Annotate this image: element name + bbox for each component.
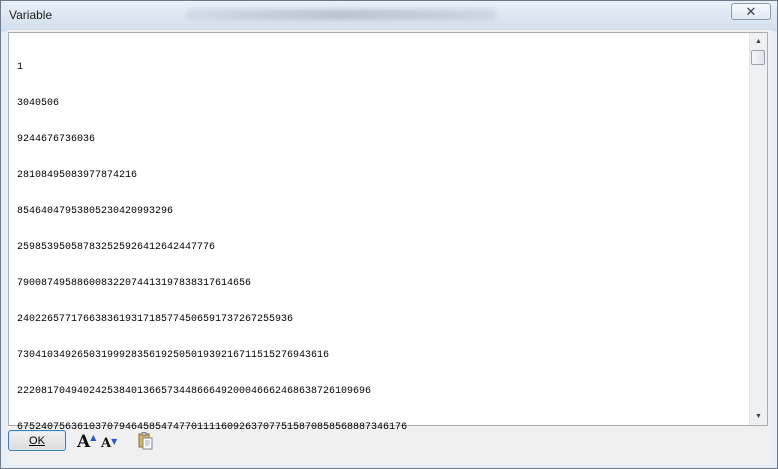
scroll-up-arrow-icon[interactable]: ▲ [750, 33, 767, 50]
down-arrow-icon: ▼ [111, 436, 118, 446]
dialog-body: 1 3040506 9244676736036 2810849508397787… [7, 30, 772, 465]
close-button[interactable]: ✕ [731, 3, 771, 20]
value-line: 1 [17, 62, 24, 73]
value-line: 7304103492650319992835619250501939216711… [17, 350, 330, 361]
font-increase-letter: A [77, 432, 91, 452]
vertical-scrollbar[interactable]: ▲ ▼ [749, 33, 767, 425]
font-decrease-letter: A [101, 436, 112, 451]
value-line: 85464047953805230420993296 [17, 206, 174, 217]
clipboard-icon[interactable] [137, 432, 153, 450]
variable-value-text: 1 3040506 9244676736036 2810849508397787… [17, 38, 407, 458]
variable-dialog: Variable ✕ 1 3040506 9244676736036 28108… [0, 0, 778, 469]
value-line: 3040506 [17, 98, 60, 109]
blurred-file-path [186, 9, 496, 20]
title-bar: Variable ✕ [1, 1, 777, 29]
ok-button[interactable]: OK [8, 430, 66, 451]
value-line: 2220817049402425384013665734486664920004… [17, 386, 372, 397]
window-title: Variable [9, 8, 53, 22]
scroll-down-arrow-icon[interactable]: ▼ [750, 408, 767, 425]
bottom-toolbar: OK A▲ A▼ [7, 430, 772, 460]
font-increase-icon[interactable]: A▲ [77, 432, 96, 454]
value-line: 9244676736036 [17, 134, 96, 145]
close-icon: ✕ [745, 4, 757, 19]
value-line: 790087495886008322074413197838317614656 [17, 278, 252, 289]
font-decrease-icon[interactable]: A▼ [101, 436, 117, 451]
up-arrow-icon: ▲ [90, 432, 97, 442]
value-line: 259853950587832525926412642447776 [17, 242, 216, 253]
value-line: 2402265771766383619317185774506591737267… [17, 314, 294, 325]
scroll-thumb[interactable] [751, 50, 765, 65]
variable-value-textarea[interactable]: 1 3040506 9244676736036 2810849508397787… [8, 32, 768, 433]
value-line: 28108495083977874216 [17, 170, 138, 181]
